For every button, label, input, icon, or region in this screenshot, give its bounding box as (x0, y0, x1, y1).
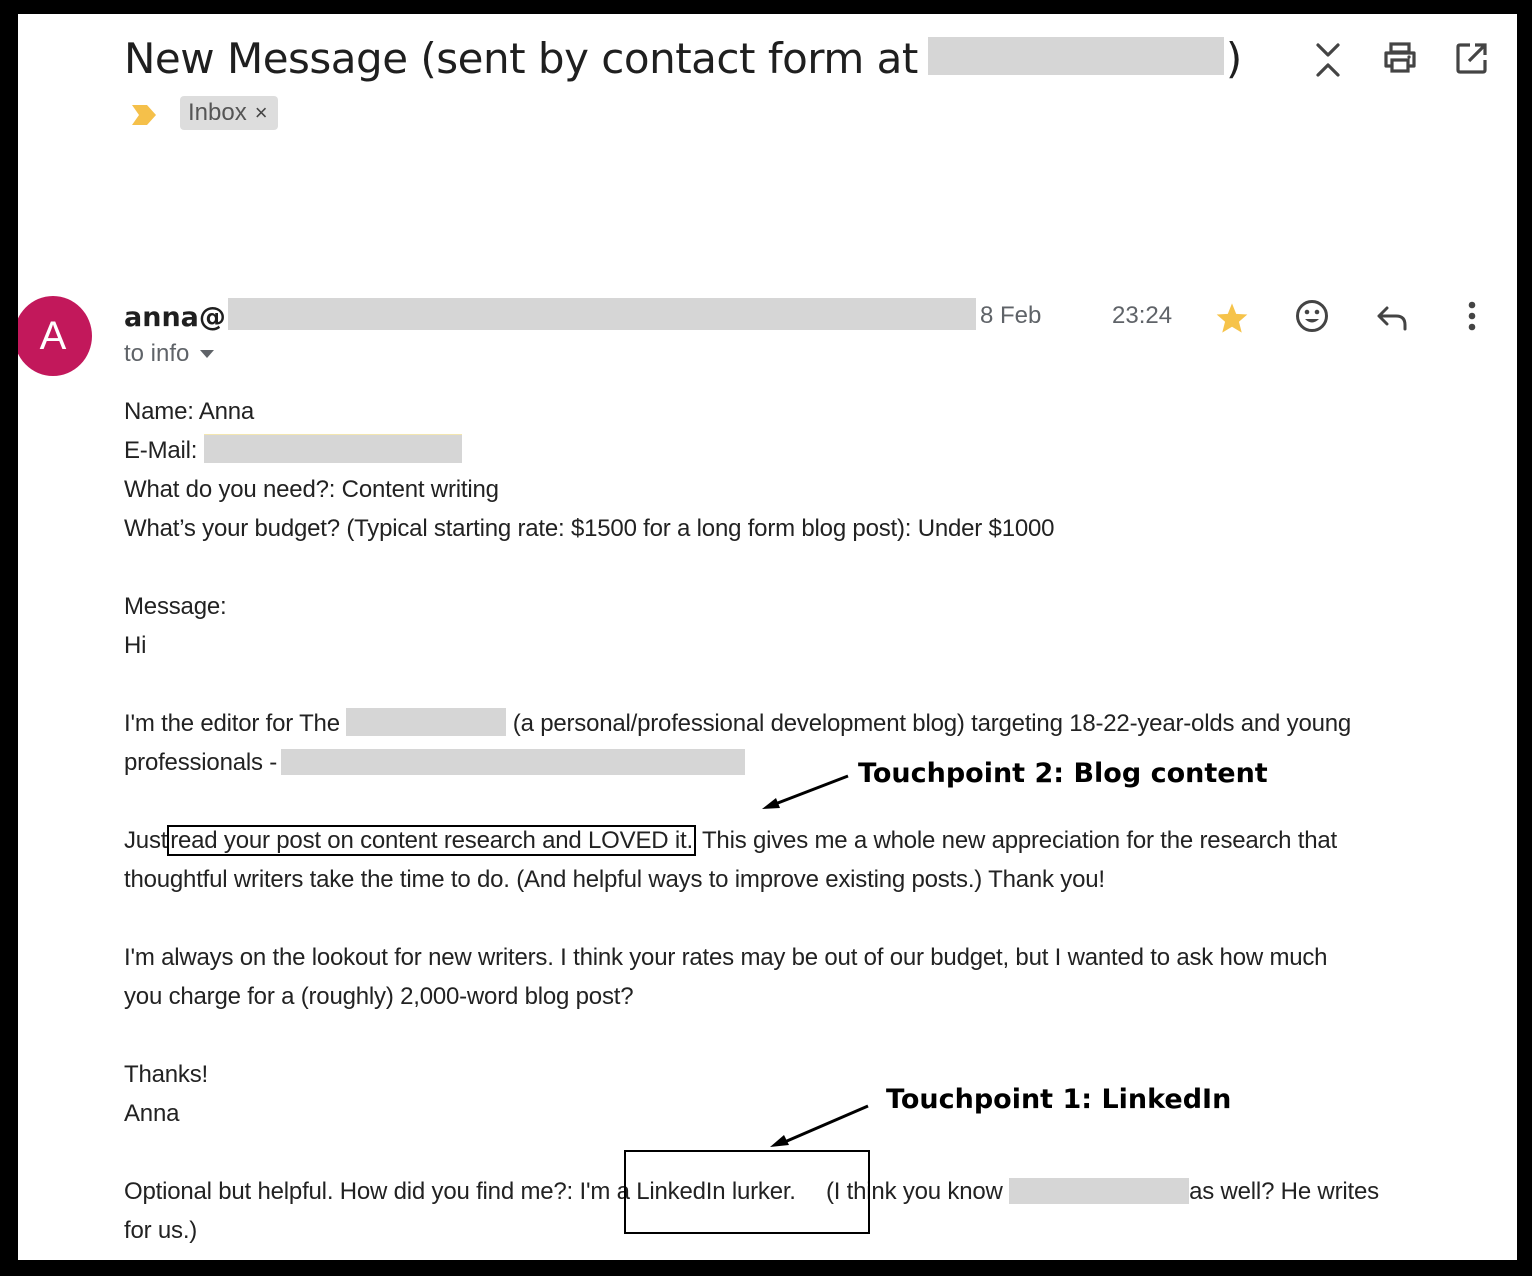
print-button[interactable] (1380, 38, 1420, 78)
star-button[interactable] (1212, 298, 1252, 338)
field-email-label: E-Mail: (124, 437, 198, 464)
touchpoint-2-arrow-icon (762, 774, 849, 809)
star-icon (1216, 303, 1248, 333)
sender-email-prefix: anna@ (124, 302, 226, 333)
open-in-new-window-button[interactable] (1452, 38, 1492, 78)
reply-button[interactable] (1372, 298, 1412, 338)
p1-text-c: professionals - (124, 749, 278, 776)
emoji-reaction-icon (1296, 300, 1328, 332)
field-budget: What’s your budget? (Typical starting ra… (124, 515, 1055, 542)
more-options-icon (1468, 301, 1476, 331)
message-date: 8 Feb (980, 302, 1042, 329)
dropdown-caret-icon (200, 350, 215, 358)
touchpoint-2-highlight: read your post on content research and L… (167, 825, 696, 856)
message-paragraph-3-line-1: I'm always on the lookout for new writer… (124, 944, 1328, 971)
email-view: New Message (sent by contact form at) In… (18, 14, 1517, 1260)
message-paragraph-1-line-2: professionals - (124, 743, 746, 782)
subject-suffix: ) (1225, 34, 1242, 83)
unfold-less-icon (1316, 43, 1340, 77)
message-paragraph-3-line-2: you charge for a (roughly) 2,000-word bl… (124, 983, 634, 1010)
p4-text-a: Optional but helpful. How did you find m… (124, 1178, 574, 1205)
touchpoint-1-arrow-icon (770, 1104, 869, 1147)
remove-label-button[interactable]: × (255, 100, 268, 126)
field-need: What do you need?: Content writing (124, 476, 499, 503)
message-greeting: Hi (124, 632, 147, 659)
p2-text-a: Just (124, 827, 168, 854)
inbox-label-chip: Inbox × (180, 96, 278, 130)
open-in-new-icon (1456, 43, 1487, 74)
sender-avatar[interactable]: A (18, 296, 92, 376)
more-options-button[interactable] (1452, 296, 1492, 336)
redacted-link (281, 749, 746, 775)
redacted-sender-domain (227, 298, 976, 330)
message-paragraph-2-line-2: thoughtful writers take the time to do. … (124, 866, 1105, 893)
field-email: E-Mail: (124, 431, 462, 470)
redacted-person-name (1009, 1178, 1190, 1204)
add-reaction-button[interactable] (1292, 296, 1332, 336)
touchpoint-1-annotation: Touchpoint 1: LinkedIn (886, 1084, 1232, 1115)
avatar-letter: A (39, 313, 67, 358)
reply-icon (1377, 306, 1407, 331)
redacted-blog-name (346, 708, 507, 736)
redacted-email (203, 434, 462, 463)
message-paragraph-2-line-1: Just read your post on content research a… (124, 821, 1337, 860)
collapse-all-button[interactable] (1308, 40, 1348, 80)
message-signoff: Thanks! (124, 1061, 208, 1088)
p1-text-a: I'm the editor for The (124, 710, 340, 737)
redacted-site-name (927, 37, 1224, 75)
email-subject: New Message (sent by contact form at) (124, 34, 1242, 83)
message-paragraph-4-line-2: for us.) (124, 1217, 198, 1244)
message-paragraph-1-line-1: I'm the editor for The (a personal/profe… (124, 704, 1351, 743)
p4-text-c: as well? He writes (1189, 1178, 1379, 1205)
subject-text: New Message (sent by contact form at (124, 34, 918, 83)
sender-address: anna@ (124, 298, 976, 333)
p1-text-b: (a personal/professional development blo… (512, 710, 1352, 737)
touchpoint-2-annotation: Touchpoint 2: Blog content (858, 758, 1268, 789)
p2-text-b: This gives me a whole new appreciation f… (701, 827, 1337, 854)
message-signature: Anna (124, 1100, 180, 1127)
field-name: Name: Anna (124, 398, 255, 425)
print-icon (1384, 42, 1416, 73)
touchpoint-1-highlight-box (624, 1150, 870, 1234)
recipient-details-toggle[interactable]: to info (124, 340, 215, 368)
message-time: 23:24 (1112, 302, 1173, 329)
message-label: Message: (124, 593, 227, 620)
inbox-label-text: Inbox (188, 99, 247, 126)
importance-marker-icon[interactable] (130, 104, 158, 126)
recipient-text: to info (124, 340, 190, 367)
